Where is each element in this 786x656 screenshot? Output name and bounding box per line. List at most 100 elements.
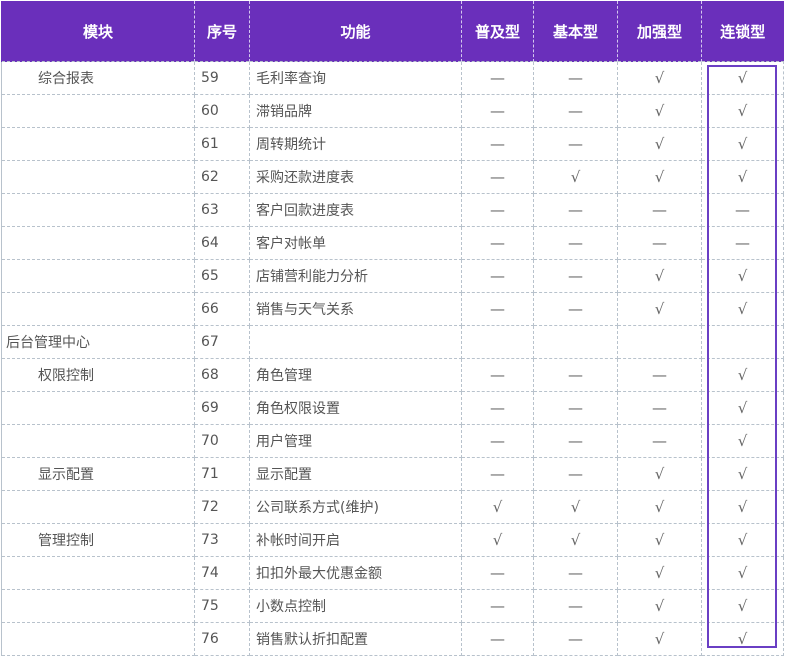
table-row: 权限控制 68 角色管理 — — — √ [1, 358, 784, 392]
mark-popular: — [461, 193, 534, 227]
cell-module [1, 127, 195, 161]
cell-module: 综合报表 [1, 61, 195, 95]
header-basic: 基本型 [533, 1, 618, 62]
cell-number: 73 [194, 523, 250, 557]
header-enhanced: 加强型 [617, 1, 702, 62]
mark-basic: √ [533, 490, 618, 524]
cell-number: 69 [194, 391, 250, 425]
cell-function: 周转期统计 [249, 127, 462, 161]
cell-module [1, 193, 195, 227]
table-row: 61 周转期统计 — — √ √ [1, 127, 784, 161]
mark-popular: — [461, 391, 534, 425]
cell-module [1, 490, 195, 524]
mark-enhanced: — [617, 226, 702, 260]
mark-chain: √ [701, 622, 784, 656]
mark-popular: — [461, 622, 534, 656]
mark-enhanced: √ [617, 61, 702, 95]
mark-chain: √ [701, 589, 784, 623]
mark-basic: — [533, 127, 618, 161]
cell-number: 66 [194, 292, 250, 326]
header-module: 模块 [1, 1, 195, 62]
mark-basic: — [533, 622, 618, 656]
mark-basic: — [533, 589, 618, 623]
cell-number: 72 [194, 490, 250, 524]
cell-number: 62 [194, 160, 250, 194]
cell-number: 64 [194, 226, 250, 260]
cell-function: 角色管理 [249, 358, 462, 392]
mark-basic: — [533, 193, 618, 227]
mark-enhanced: — [617, 391, 702, 425]
mark-popular: √ [461, 523, 534, 557]
mark-basic: — [533, 226, 618, 260]
mark-chain: √ [701, 160, 784, 194]
cell-module [1, 292, 195, 326]
mark-enhanced: √ [617, 523, 702, 557]
cell-module: 显示配置 [1, 457, 195, 491]
table-row: 65 店铺营利能力分析 — — √ √ [1, 259, 784, 293]
cell-number: 67 [194, 325, 250, 359]
table-row: 60 滞销品牌 — — √ √ [1, 94, 784, 128]
mark-popular: — [461, 292, 534, 326]
mark-basic: — [533, 556, 618, 590]
cell-module: 权限控制 [1, 358, 195, 392]
mark-enhanced: √ [617, 556, 702, 590]
mark-enhanced: √ [617, 622, 702, 656]
header-row: 模块 序号 功能 普及型 基本型 加强型 连锁型 [1, 1, 784, 62]
mark-chain: √ [701, 94, 784, 128]
mark-basic: — [533, 61, 618, 95]
cell-module [1, 424, 195, 458]
cell-function: 采购还款进度表 [249, 160, 462, 194]
mark-popular: — [461, 424, 534, 458]
mark-chain: √ [701, 391, 784, 425]
mark-basic: — [533, 424, 618, 458]
mark-enhanced: √ [617, 589, 702, 623]
mark-chain: √ [701, 457, 784, 491]
cell-module [1, 94, 195, 128]
mark-popular: — [461, 259, 534, 293]
cell-function: 用户管理 [249, 424, 462, 458]
cell-number: 68 [194, 358, 250, 392]
cell-function: 小数点控制 [249, 589, 462, 623]
mark-basic: — [533, 259, 618, 293]
mark-enhanced: √ [617, 127, 702, 161]
table-row: 72 公司联系方式(维护) √ √ √ √ [1, 490, 784, 524]
table-row: 管理控制 73 补帐时间开启 √ √ √ √ [1, 523, 784, 557]
cell-function: 角色权限设置 [249, 391, 462, 425]
mark-enhanced: √ [617, 490, 702, 524]
mark-popular: — [461, 127, 534, 161]
mark-enhanced: √ [617, 292, 702, 326]
cell-number: 63 [194, 193, 250, 227]
mark-basic [533, 325, 618, 359]
mark-basic: √ [533, 160, 618, 194]
mark-chain [701, 325, 784, 359]
cell-function: 客户回款进度表 [249, 193, 462, 227]
mark-enhanced [617, 325, 702, 359]
table-row: 后台管理中心 67 [1, 325, 784, 359]
mark-enhanced: √ [617, 94, 702, 128]
mark-chain: — [701, 193, 784, 227]
table-row: 69 角色权限设置 — — — √ [1, 391, 784, 425]
mark-enhanced: √ [617, 457, 702, 491]
mark-chain: √ [701, 61, 784, 95]
cell-function: 销售与天气关系 [249, 292, 462, 326]
mark-basic: — [533, 94, 618, 128]
table-row: 显示配置 71 显示配置 — — √ √ [1, 457, 784, 491]
cell-number: 60 [194, 94, 250, 128]
cell-function: 毛利率查询 [249, 61, 462, 95]
mark-popular: — [461, 358, 534, 392]
cell-number: 61 [194, 127, 250, 161]
mark-chain: √ [701, 259, 784, 293]
mark-enhanced: √ [617, 259, 702, 293]
mark-chain: √ [701, 358, 784, 392]
header-function: 功能 [249, 1, 462, 62]
mark-chain: √ [701, 490, 784, 524]
cell-function: 扣扣外最大优惠金额 [249, 556, 462, 590]
cell-module: 后台管理中心 [1, 325, 195, 359]
mark-popular: — [461, 61, 534, 95]
cell-module [1, 259, 195, 293]
mark-enhanced: — [617, 193, 702, 227]
mark-basic: — [533, 457, 618, 491]
mark-enhanced: — [617, 424, 702, 458]
cell-number: 74 [194, 556, 250, 590]
cell-number: 76 [194, 622, 250, 656]
